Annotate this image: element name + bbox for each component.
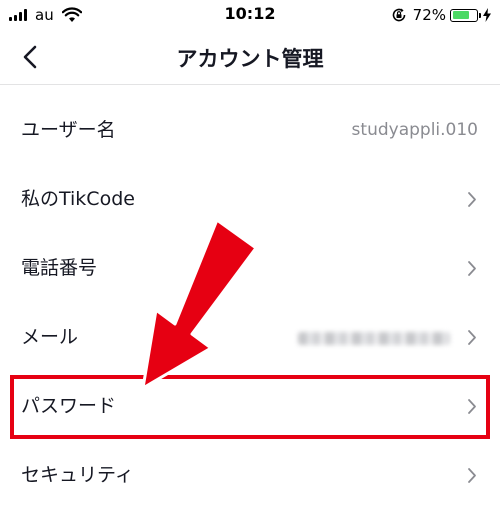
row-label: メール	[21, 326, 79, 348]
status-bar: au 10:12 72%	[0, 0, 500, 30]
chevron-right-icon	[468, 330, 476, 345]
navigation-bar: アカウント管理	[0, 30, 500, 85]
chevron-right-icon	[468, 192, 476, 207]
status-right: 72%	[391, 5, 492, 25]
chevron-right-icon	[468, 261, 476, 276]
row-label: ユーザー名	[21, 119, 116, 141]
row-label: 電話番号	[21, 257, 98, 279]
red-arrow-annotation	[141, 218, 258, 390]
charging-bolt-icon	[483, 8, 491, 22]
battery-percent: 72%	[412, 6, 446, 24]
row-security[interactable]: セキュリティ	[0, 441, 500, 510]
page-title: アカウント管理	[176, 47, 324, 71]
battery-icon	[450, 8, 481, 22]
battery-tip	[479, 12, 481, 18]
row-label: 私のTikCode	[21, 188, 135, 210]
chevron-right-icon	[468, 468, 476, 483]
battery-fill	[452, 11, 470, 19]
username-value: studyappli.010	[351, 120, 478, 140]
row-username[interactable]: ユーザー名 studyappli.010	[0, 96, 500, 165]
rotation-lock-icon	[392, 8, 405, 22]
row-label: セキュリティ	[21, 464, 134, 486]
email-value-blurred	[298, 332, 450, 345]
